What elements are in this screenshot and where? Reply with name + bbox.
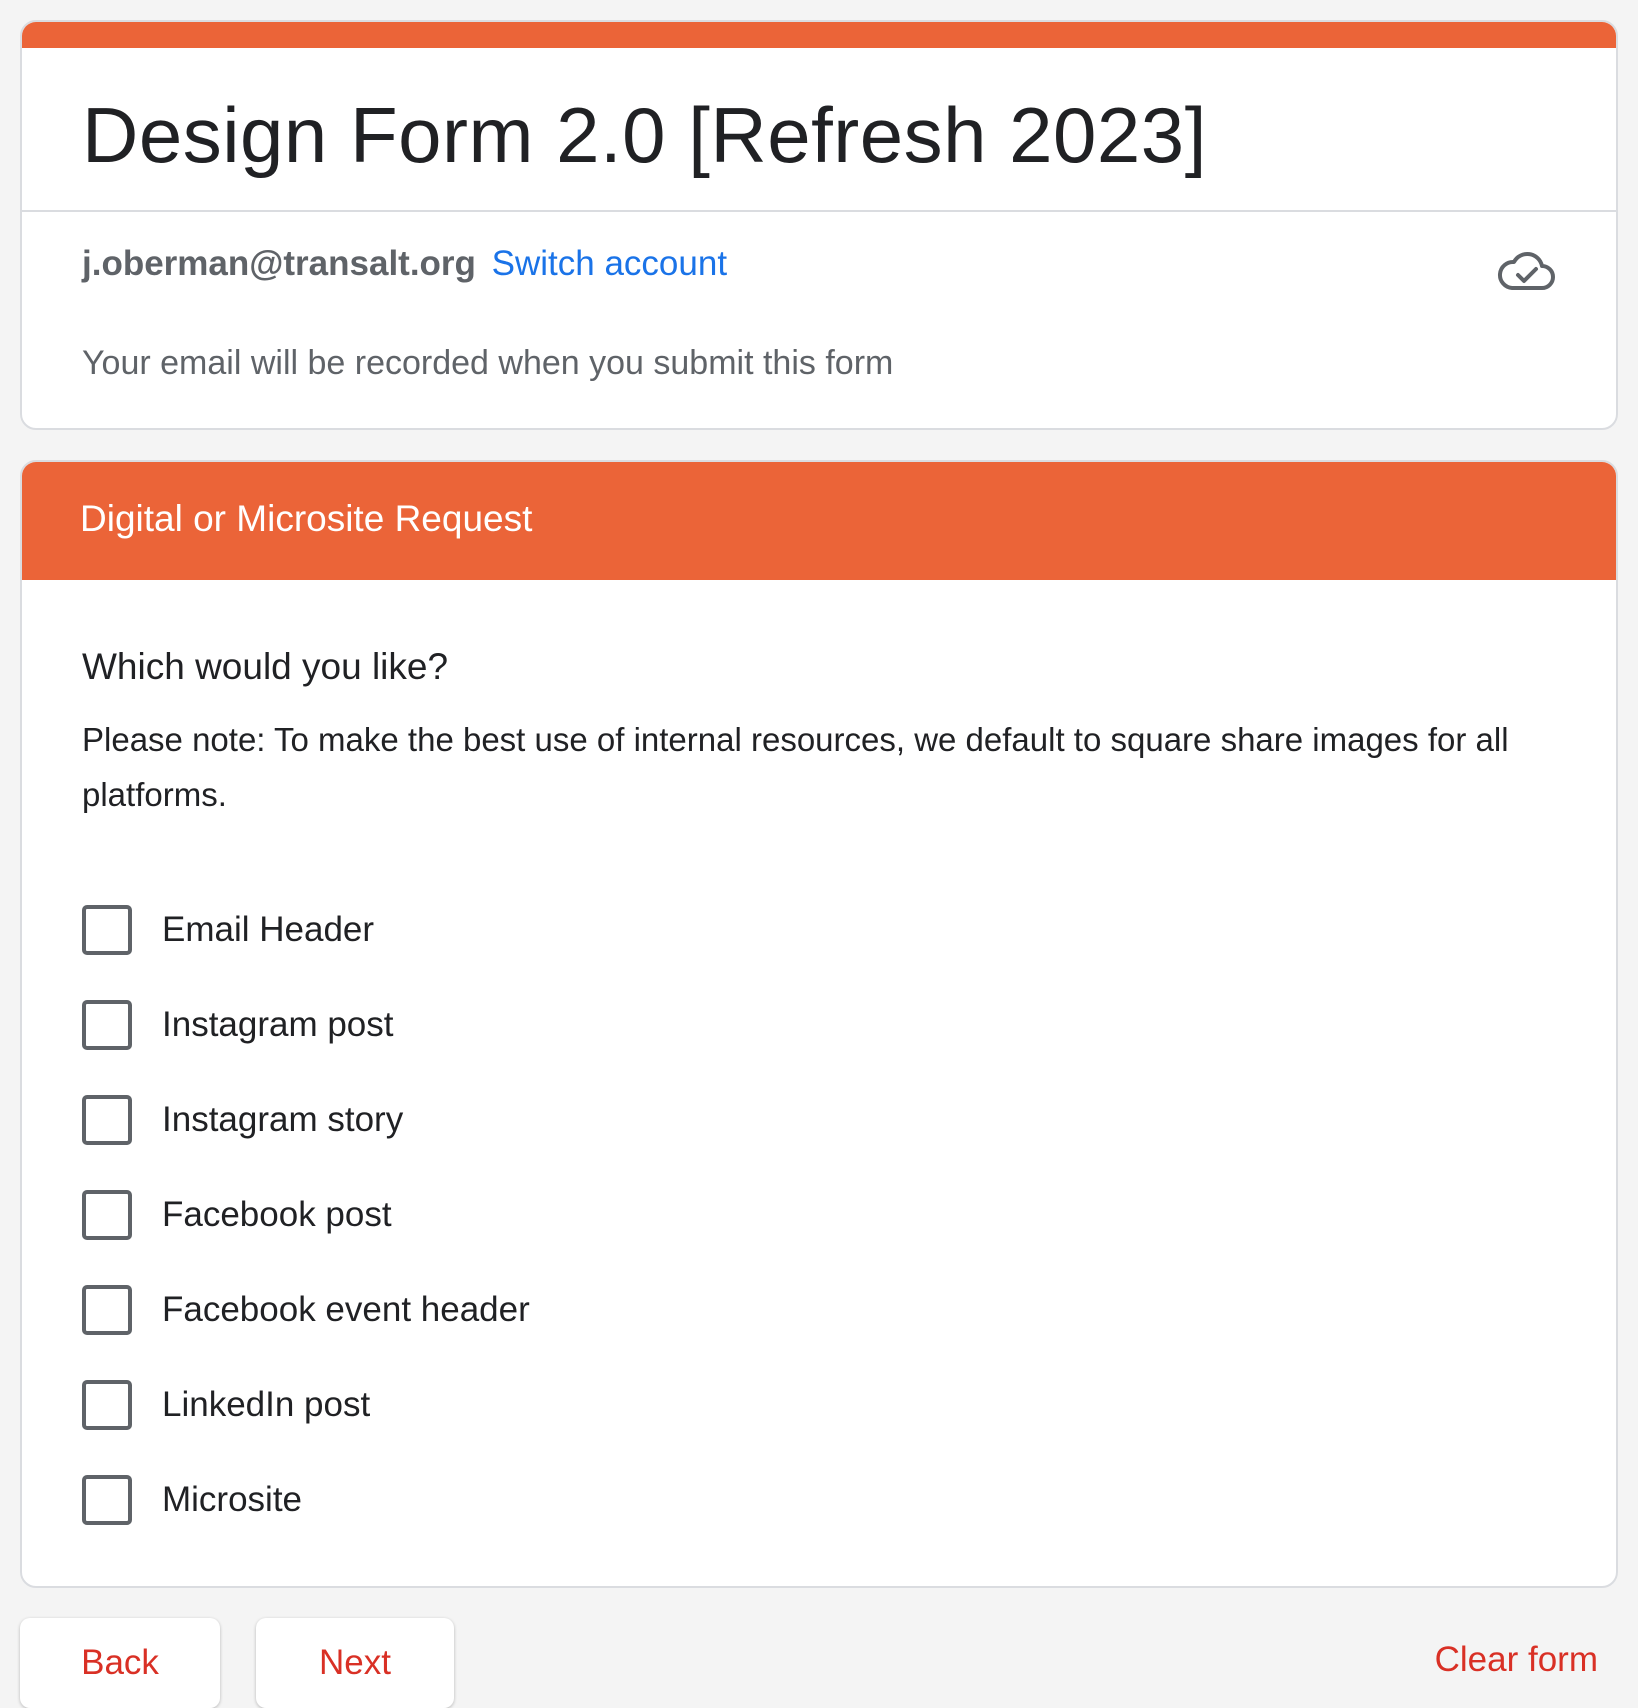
option-instagram-story[interactable]: Instagram story xyxy=(82,1072,530,1167)
header-divider xyxy=(22,210,1616,212)
option-linkedin-post[interactable]: LinkedIn post xyxy=(82,1357,530,1452)
checkbox-options-list: Email Header Instagram post Instagram st… xyxy=(82,882,530,1547)
account-email: j.oberman@transalt.org xyxy=(82,244,476,283)
checkbox[interactable] xyxy=(82,1094,132,1145)
email-recorded-note: Your email will be recorded when you sub… xyxy=(82,344,894,382)
option-facebook-post[interactable]: Facebook post xyxy=(82,1167,530,1262)
option-label: Facebook post xyxy=(162,1194,392,1234)
cloud-check-icon xyxy=(1498,251,1555,290)
option-label: Instagram post xyxy=(162,1004,394,1044)
option-label: Facebook event header xyxy=(162,1289,530,1329)
back-button[interactable]: Back xyxy=(20,1618,220,1708)
checkbox[interactable] xyxy=(82,999,132,1050)
section-title: Digital or Microsite Request xyxy=(80,498,533,539)
question-title: Which would you like? xyxy=(82,646,449,687)
checkbox[interactable] xyxy=(82,1284,132,1335)
clear-form-button[interactable]: Clear form xyxy=(1435,1640,1598,1680)
form-header-card: Design Form 2.0 [Refresh 2023] j.oberman… xyxy=(20,20,1618,430)
account-row: j.oberman@transalt.org Switch account xyxy=(82,244,727,284)
checkbox[interactable] xyxy=(82,1379,132,1430)
option-email-header[interactable]: Email Header xyxy=(82,882,530,977)
switch-account-link[interactable]: Switch account xyxy=(492,244,727,283)
option-label: Instagram story xyxy=(162,1099,404,1139)
option-label: LinkedIn post xyxy=(162,1384,371,1424)
option-instagram-post[interactable]: Instagram post xyxy=(82,977,530,1072)
section-header: Digital or Microsite Request xyxy=(22,462,1616,580)
option-microsite[interactable]: Microsite xyxy=(82,1452,530,1547)
option-label: Email Header xyxy=(162,909,375,949)
header-accent-bar xyxy=(22,22,1616,48)
next-button[interactable]: Next xyxy=(256,1618,454,1708)
checkbox[interactable] xyxy=(82,1474,132,1525)
question-description: Please note: To make the best use of int… xyxy=(82,721,1509,813)
checkbox[interactable] xyxy=(82,1189,132,1240)
checkbox[interactable] xyxy=(82,904,132,955)
form-title: Design Form 2.0 [Refresh 2023] xyxy=(82,91,1207,179)
option-label: Microsite xyxy=(162,1479,303,1519)
section-card: Digital or Microsite Request Which would… xyxy=(20,460,1618,1588)
option-facebook-event-header[interactable]: Facebook event header xyxy=(82,1262,530,1357)
